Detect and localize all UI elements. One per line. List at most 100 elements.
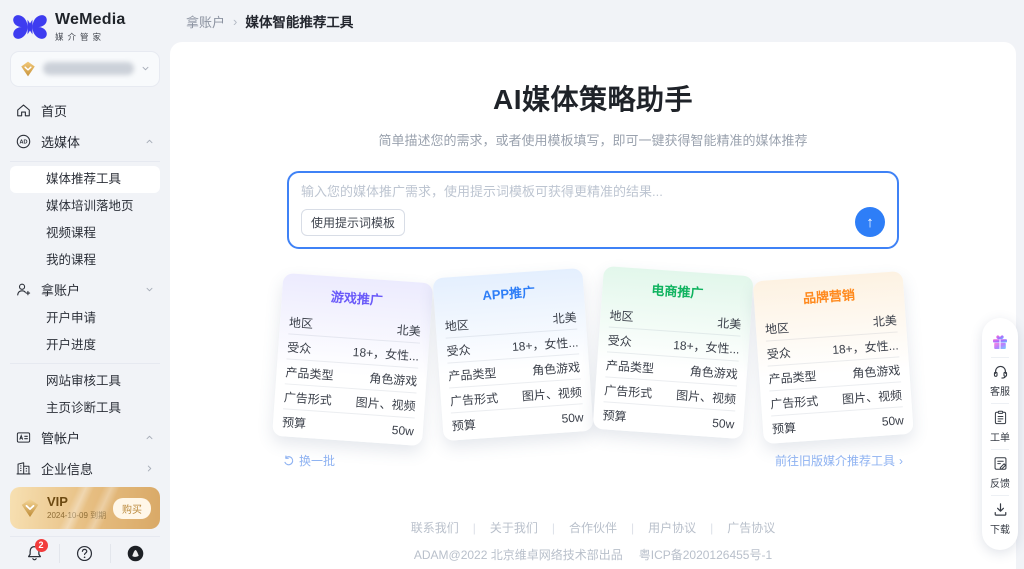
field-label: 地区 <box>444 317 470 334</box>
divider <box>10 160 160 162</box>
field-label: 受众 <box>766 345 792 362</box>
field-value: 角色游戏 <box>368 370 418 389</box>
field-label: 广告形式 <box>603 382 653 401</box>
chevron-down-icon <box>144 284 155 295</box>
vip-buy-button[interactable]: 购买 <box>113 497 151 519</box>
arrow-up-icon: ↑ <box>866 213 874 231</box>
template-card-game-promo[interactable]: 游戏推广 地区 北美 受众 18+，女性... 产品类型 角色游戏 广告形式 图… <box>272 272 434 447</box>
chevron-up-icon <box>144 136 155 147</box>
field-label: 预算 <box>602 408 628 424</box>
footer-link-contact-us[interactable]: 联系我们 <box>411 519 459 536</box>
footer-link-partners[interactable]: 合作伙伴 <box>569 519 617 536</box>
sidebar-subitem-site-review-tool[interactable]: 网站审核工具 <box>10 368 160 395</box>
dark-app-icon <box>127 545 144 562</box>
field-label: 产品类型 <box>285 364 335 383</box>
chevron-right-icon <box>144 463 155 474</box>
ticket-icon <box>992 409 1009 426</box>
user-account-pill[interactable] <box>10 50 160 87</box>
field-value: 角色游戏 <box>689 363 739 382</box>
legacy-tool-link[interactable]: 前往旧版媒介推荐工具 › <box>775 452 903 469</box>
field-label: 预算 <box>771 420 797 437</box>
sidebar-subitem-account-apply[interactable]: 开户申请 <box>10 305 160 332</box>
toolbar-download-button[interactable]: 下载 <box>982 496 1018 541</box>
sidebar-item-home[interactable]: 首页 <box>10 95 160 126</box>
template-card-app-promo[interactable]: APP推广 地区 北美 受众 18+，女性... 产品类型 角色游戏 广告形式 … <box>432 267 594 442</box>
field-label: 广告形式 <box>769 393 819 411</box>
field-value: 角色游戏 <box>531 359 581 378</box>
wemedia-logo-icon <box>12 12 48 42</box>
toolbar-work-order-button[interactable]: 工单 <box>982 404 1018 449</box>
chevron-down-icon <box>140 63 151 74</box>
brand-name: WeMedia <box>55 11 126 28</box>
chevron-up-icon <box>144 432 155 443</box>
sidebar-subitem-homepage-diagnosis-tool[interactable]: 主页诊断工具 <box>10 395 160 422</box>
refresh-label: 换一批 <box>299 454 336 468</box>
card-rows: 地区 北美 受众 18+，女性... 产品类型 角色游戏 广告形式 图片、视频 … <box>755 307 913 442</box>
field-value: 50w <box>881 412 905 429</box>
field-value: 图片、视频 <box>675 387 737 406</box>
field-value: 18+，女性... <box>672 337 741 357</box>
ad-icon: AD <box>15 133 32 150</box>
notification-badge: 2 <box>34 539 48 552</box>
template-cards-row: 游戏推广 地区 北美 受众 18+，女性... 产品类型 角色游戏 广告形式 图… <box>263 265 923 447</box>
help-button[interactable] <box>59 544 109 563</box>
links-row: 换一批 前往旧版媒介推荐工具 › <box>283 452 903 469</box>
copyright-text: ADAM@2022 北京维卓网络技术部出品 <box>413 548 623 562</box>
toolbar-feedback-button[interactable]: 反馈 <box>982 450 1018 495</box>
breadcrumb-section[interactable]: 拿账户 <box>186 12 225 31</box>
sidebar-item-label: 企业信息 <box>41 461 94 477</box>
field-label: 受众 <box>286 339 312 356</box>
vip-card[interactable]: VIP 2024-10-09 到期 购买 <box>10 487 160 529</box>
feedback-icon <box>992 455 1009 472</box>
footer-link-user-agreement[interactable]: 用户协议 <box>648 519 696 536</box>
vip-title: VIP <box>47 494 68 509</box>
sidebar-item-manage-account[interactable]: 管帐户 <box>10 422 160 453</box>
field-value: 18+，女性... <box>831 337 899 357</box>
brand-tagline: 媒介管家 <box>55 31 106 42</box>
page-footer: 联系我们 | 关于我们 | 合作伙伴 | 用户协议 | 广告协议 ADAM@2022 北京维卓网… <box>170 519 1016 563</box>
breadcrumb: 拿账户 › 媒体智能推荐工具 <box>170 0 1024 42</box>
sidebar-item-label: 选媒体 <box>41 134 81 150</box>
prompt-input-box: 使用提示词模板 ↑ <box>287 171 899 249</box>
footer-separator: | <box>710 520 714 535</box>
toolbar-label: 客服 <box>990 387 1010 398</box>
sidebar-item-company-info[interactable]: 企业信息 <box>10 453 160 484</box>
content-panel: AI媒体策略助手 简单描述您的需求，或者使用模板填写，即可一键获得智能精准的媒体… <box>170 42 1016 569</box>
sidebar-item-get-account[interactable]: 拿账户 <box>10 274 160 305</box>
app-logo-button[interactable] <box>109 544 160 563</box>
sidebar-subitem-media-training-page[interactable]: 媒体培训落地页 <box>10 193 160 220</box>
help-icon <box>77 545 93 562</box>
gift-icon <box>990 332 1010 352</box>
field-label: 受众 <box>607 332 633 349</box>
field-label: 地区 <box>764 320 790 337</box>
icp-number: 粤ICP备2020126455号-1 <box>638 548 773 562</box>
sidebar-subitem-my-courses[interactable]: 我的课程 <box>10 247 160 274</box>
field-value: 角色游戏 <box>851 362 901 381</box>
app-window: WeMedia 媒介管家 首页 AD 选媒体 媒体推荐工具 媒体培训落地页 视频课程… <box>0 0 1024 569</box>
field-value: 北美 <box>396 322 422 339</box>
send-button[interactable]: ↑ <box>855 207 885 237</box>
notifications-button[interactable]: 2 <box>10 539 59 563</box>
page-subtitle: 简单描述您的需求，或者使用模板填写，即可一键获得智能精准的媒体推荐 <box>378 133 808 148</box>
field-value: 图片、视频 <box>521 384 583 403</box>
use-template-button[interactable]: 使用提示词模板 <box>301 208 406 236</box>
refresh-batch-link[interactable]: 换一批 <box>283 452 335 469</box>
sidebar-subitem-account-progress[interactable]: 开户进度 <box>10 332 160 359</box>
toolbar-benefits-button[interactable] <box>982 327 1018 357</box>
template-card-brand-marketing[interactable]: 品牌营销 地区 北美 受众 18+，女性... 产品类型 角色游戏 广告形式 图… <box>752 270 914 445</box>
card-rows: 地区 北美 受众 18+，女性... 产品类型 角色游戏 广告形式 图片、视频 … <box>272 309 430 444</box>
user-add-icon <box>15 281 32 298</box>
breadcrumb-separator: › <box>233 13 238 29</box>
footer-copyright-row: ADAM@2022 北京维卓网络技术部出品 粤ICP备2020126455号-1 <box>170 546 1016 563</box>
brand-text: WeMedia 媒介管家 <box>55 11 126 43</box>
footer-link-about-us[interactable]: 关于我们 <box>490 519 538 536</box>
breadcrumb-current: 媒体智能推荐工具 <box>245 15 354 30</box>
footer-link-ad-agreement[interactable]: 广告协议 <box>727 519 775 536</box>
prompt-actions: 使用提示词模板 ↑ <box>301 207 885 237</box>
sidebar-subitem-media-recommend-tool[interactable]: 媒体推荐工具 <box>10 165 160 193</box>
sidebar-item-select-media[interactable]: AD 选媒体 <box>10 126 160 157</box>
sidebar-subitem-video-courses[interactable]: 视频课程 <box>10 220 160 247</box>
toolbar-customer-service-button[interactable]: 客服 <box>982 358 1018 403</box>
template-card-ecom-promo[interactable]: 电商推广 地区 北美 受众 18+，女性... 产品类型 角色游戏 广告形式 图… <box>592 265 754 440</box>
prompt-textarea[interactable] <box>301 183 885 201</box>
